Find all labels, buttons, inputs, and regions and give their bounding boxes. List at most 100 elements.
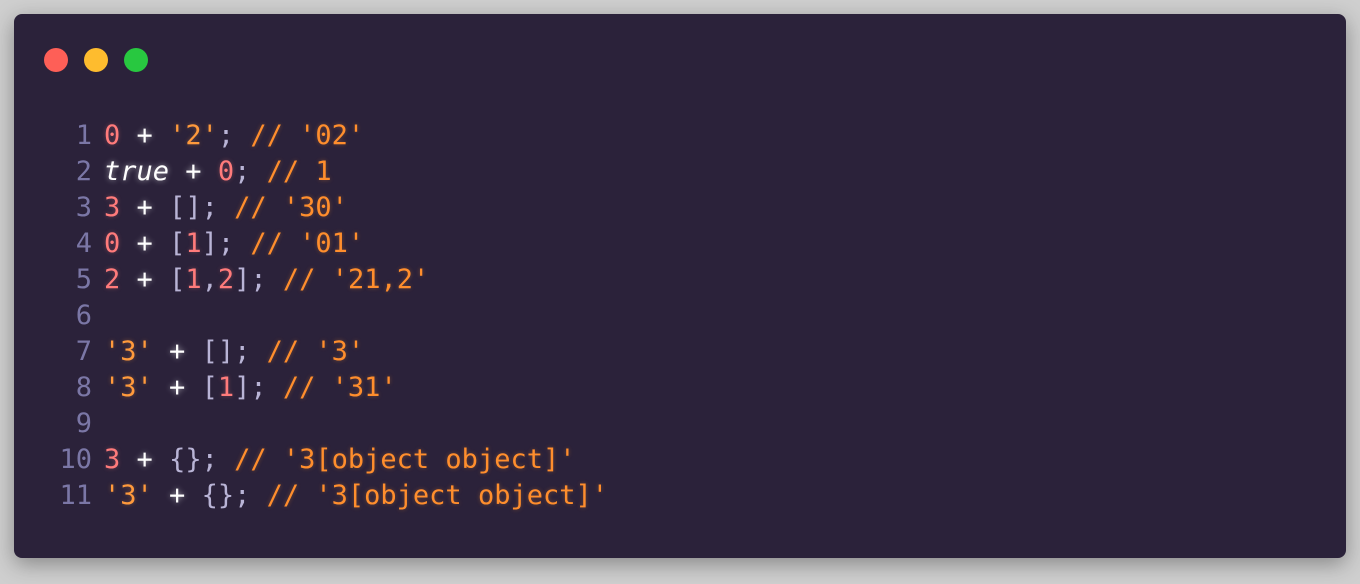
code-line: 8 '3' + [1]; // '31' xyxy=(50,370,608,406)
token-string: '3' xyxy=(104,480,153,511)
token-punctuation: ; xyxy=(250,264,267,295)
token-comment: // '31' xyxy=(282,372,397,403)
token-number: 2 xyxy=(217,264,235,295)
code-line: 7 '3' + []; // '3' xyxy=(50,334,608,370)
line-number: 9 xyxy=(75,408,92,439)
token-punctuation: ; xyxy=(201,192,218,223)
minimize-button[interactable] xyxy=(84,48,108,72)
code-line: 33 + []; // '30' xyxy=(50,190,608,226)
token-punctuation: ] xyxy=(201,228,218,259)
token-comment: // '01' xyxy=(250,228,365,259)
line-content: '3' + [1]; // '31' xyxy=(104,370,397,406)
token-number: 0 xyxy=(104,120,121,151)
code-line: 10 3 + {}; // '3[object object]' xyxy=(50,442,608,478)
token-comment: // '30' xyxy=(234,192,348,223)
token-punctuation: {} xyxy=(169,444,202,475)
token-number: 3 xyxy=(104,192,121,223)
line-number: 1 xyxy=(75,120,92,151)
token-string: '3' xyxy=(104,372,153,403)
code-window: 10 + '2'; // '02' 2 true + 0; // 133 + [];… xyxy=(14,14,1346,558)
line-number: 2 xyxy=(75,156,92,187)
line-number: 10 xyxy=(59,444,92,475)
token-comment: // '3[object object]' xyxy=(234,444,576,475)
token-punctuation: ; xyxy=(217,120,235,151)
token-number: 0 xyxy=(217,156,235,187)
line-content: 0 + [1]; // '01' xyxy=(104,226,364,262)
token-comment: // 1 xyxy=(266,156,332,187)
token-punctuation: ] xyxy=(234,372,251,403)
token-punctuation: ; xyxy=(234,156,251,187)
token-number: 0 xyxy=(104,228,121,259)
token-operator: + xyxy=(136,264,153,295)
token-number: 1 xyxy=(185,264,202,295)
token-keyword: true xyxy=(104,156,170,187)
line-number: 7 xyxy=(75,336,92,367)
token-string: '2' xyxy=(169,120,218,151)
token-punctuation: ; xyxy=(234,480,251,511)
token-number: 2 xyxy=(104,264,121,295)
code-line: 52 + [1,2]; // '21,2' xyxy=(50,262,608,298)
code-line: 10 + '2'; // '02' xyxy=(50,118,608,154)
token-punctuation: ] xyxy=(234,264,251,295)
window-controls xyxy=(44,48,164,72)
token-punctuation: [ xyxy=(169,228,186,259)
token-operator: + xyxy=(136,120,153,151)
close-button[interactable] xyxy=(44,48,68,72)
maximize-button[interactable] xyxy=(124,48,148,72)
line-number: 6 xyxy=(75,300,92,331)
token-punctuation: [ xyxy=(169,264,186,295)
token-punctuation: [] xyxy=(201,336,235,367)
line-number: 11 xyxy=(59,480,92,511)
code-line: 11 '3' + {}; // '3[object object]' xyxy=(50,478,608,514)
token-number: 1 xyxy=(217,372,235,403)
token-string: '3' xyxy=(104,336,153,367)
line-content: 3 + {}; // '3[object object]' xyxy=(104,442,575,478)
token-number: 1 xyxy=(185,228,202,259)
line-content: 0 + '2'; // '02' xyxy=(104,118,364,154)
token-operator: + xyxy=(136,444,153,475)
token-punctuation: , xyxy=(201,264,218,295)
token-comment: // '02' xyxy=(250,120,365,151)
line-number: 3 xyxy=(75,192,92,223)
token-number: 3 xyxy=(104,444,121,475)
line-content: '3' + {}; // '3[object object]' xyxy=(104,478,608,514)
token-operator: + xyxy=(136,228,153,259)
code-block: 10 + '2'; // '02' 2 true + 0; // 133 + [];… xyxy=(50,118,608,514)
token-punctuation: ; xyxy=(217,228,235,259)
token-punctuation: ; xyxy=(234,336,251,367)
token-operator: + xyxy=(185,156,202,187)
code-line: 40 + [1]; // '01' xyxy=(50,226,608,262)
line-content: 2 + [1,2]; // '21,2' xyxy=(104,262,429,298)
token-operator: + xyxy=(169,372,186,403)
code-line: 6 xyxy=(50,298,608,334)
line-content: 3 + []; // '30' xyxy=(104,190,348,226)
token-punctuation: ; xyxy=(201,444,218,475)
token-comment: // '21,2' xyxy=(282,264,430,295)
line-number: 8 xyxy=(75,372,92,403)
code-line: 9 xyxy=(50,406,608,442)
token-punctuation: ; xyxy=(250,372,267,403)
